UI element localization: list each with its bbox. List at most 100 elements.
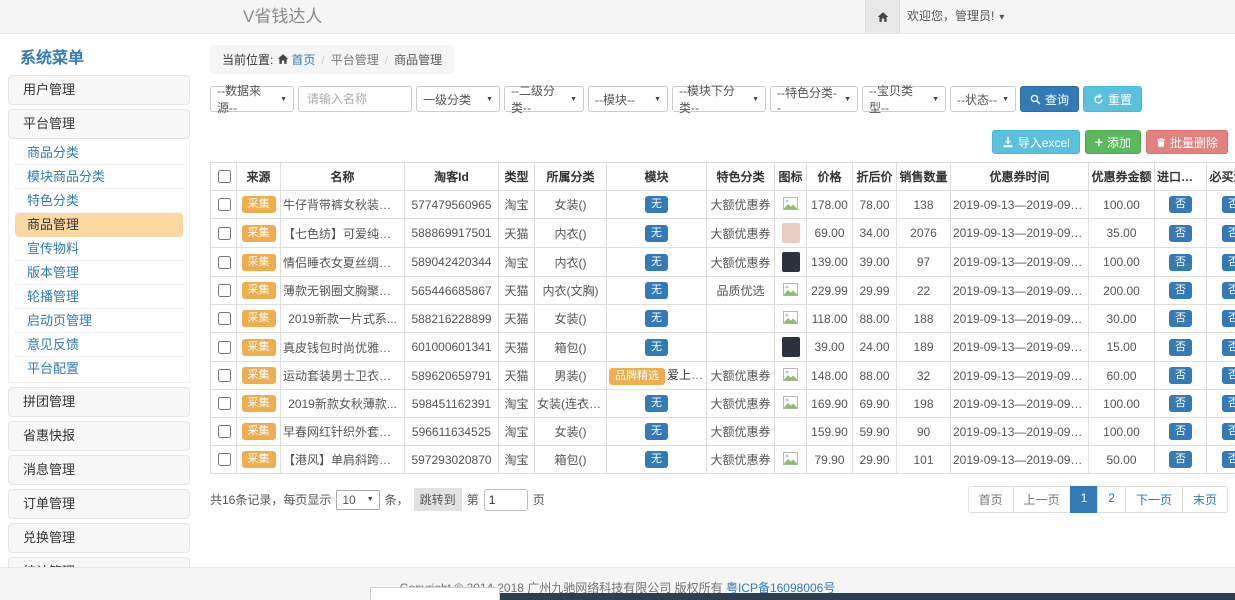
sidebar-item[interactable]: 轮播管理 bbox=[15, 285, 183, 309]
home-button[interactable] bbox=[865, 0, 900, 33]
reset-button[interactable]: 重置 bbox=[1083, 86, 1142, 112]
add-button[interactable]: +添加 bbox=[1085, 130, 1141, 154]
filter-select-label: --模块下分类-- bbox=[679, 82, 748, 116]
module-badge[interactable]: 无 bbox=[645, 196, 668, 213]
row-checkbox[interactable] bbox=[218, 312, 231, 325]
must-buy-toggle[interactable]: 否 bbox=[1222, 367, 1235, 384]
filter-select-status[interactable]: --状态--▼ bbox=[950, 86, 1016, 112]
must-buy-toggle[interactable]: 否 bbox=[1222, 395, 1235, 412]
filter-select-item-type[interactable]: --宝贝类型--▼ bbox=[862, 86, 946, 112]
must-buy-toggle[interactable]: 否 bbox=[1222, 196, 1235, 213]
sidebar-group-header[interactable]: 平台管理 bbox=[8, 109, 190, 139]
import-select-toggle[interactable]: 否 bbox=[1169, 423, 1192, 440]
sidebar-item[interactable]: 模块商品分类 bbox=[15, 165, 183, 189]
row-checkbox[interactable] bbox=[218, 284, 231, 297]
pager-page-1[interactable]: 1 bbox=[1070, 486, 1099, 513]
filter-select-level2-category[interactable]: --二级分类--▼ bbox=[504, 86, 584, 112]
product-name: 牛仔背带裤女秋装减龄... bbox=[281, 191, 405, 219]
coupon-time: 2019-09-13—2019-09-20 bbox=[951, 333, 1089, 362]
breadcrumb-home-link[interactable]: 首页 bbox=[291, 53, 315, 67]
sidebar-group-header[interactable]: 用户管理 bbox=[8, 75, 190, 105]
sidebar-item[interactable]: 平台配置 bbox=[15, 357, 183, 380]
product-thumbnail bbox=[782, 223, 800, 243]
query-button[interactable]: 查询 bbox=[1020, 86, 1079, 112]
sidebar-item[interactable]: 版本管理 bbox=[15, 261, 183, 285]
feature-category: 大额优惠券 bbox=[707, 362, 775, 390]
module-badge[interactable]: 无 bbox=[645, 282, 668, 299]
module-badge[interactable]: 无 bbox=[645, 451, 668, 468]
import-select-toggle[interactable]: 否 bbox=[1169, 282, 1192, 299]
filter-select-feature-category[interactable]: --特色分类--▼ bbox=[770, 86, 858, 112]
row-checkbox[interactable] bbox=[218, 341, 231, 354]
user-menu[interactable]: 欢迎您，管理员!▾ bbox=[907, 0, 1004, 34]
row-checkbox[interactable] bbox=[218, 453, 231, 466]
import-select-toggle[interactable]: 否 bbox=[1169, 339, 1192, 356]
pager-page-2[interactable]: 2 bbox=[1097, 486, 1126, 513]
caret-down-icon: ▾ bbox=[999, 12, 1004, 23]
import-select-toggle[interactable]: 否 bbox=[1169, 451, 1192, 468]
filter-select-module-sub-category[interactable]: --模块下分类--▼ bbox=[672, 86, 766, 112]
import-select-toggle[interactable]: 否 bbox=[1169, 367, 1192, 384]
module-badge[interactable]: 无 bbox=[645, 423, 668, 440]
sidebar-group-header[interactable]: 拼团管理 bbox=[8, 387, 190, 417]
filter-select-level1-category[interactable]: 一级分类▼ bbox=[416, 86, 500, 112]
select-all-checkbox[interactable] bbox=[218, 170, 231, 183]
import-excel-button[interactable]: 导入excel bbox=[992, 130, 1080, 154]
sidebar-item[interactable]: 宣传物料 bbox=[15, 237, 183, 261]
module-badge[interactable]: 无 bbox=[645, 339, 668, 356]
import-select-toggle[interactable]: 否 bbox=[1169, 196, 1192, 213]
module-badge[interactable]: 无 bbox=[645, 395, 668, 412]
filter-input-name[interactable] bbox=[298, 86, 412, 112]
import-select-toggle[interactable]: 否 bbox=[1169, 395, 1192, 412]
must-buy-toggle[interactable]: 否 bbox=[1222, 225, 1235, 242]
sidebar-item[interactable]: 意见反馈 bbox=[15, 333, 183, 357]
must-buy-toggle[interactable]: 否 bbox=[1222, 451, 1235, 468]
product-icon-cell bbox=[775, 333, 807, 362]
row-checkbox[interactable] bbox=[218, 397, 231, 410]
discount-price: 69.90 bbox=[853, 390, 897, 418]
sidebar-group-header[interactable]: 省惠快报 bbox=[8, 421, 190, 451]
row-checkbox[interactable] bbox=[218, 256, 231, 269]
batch-delete-button[interactable]: 批量删除 bbox=[1146, 130, 1228, 154]
jump-button[interactable]: 跳转到 bbox=[414, 488, 462, 511]
must-buy-toggle[interactable]: 否 bbox=[1222, 423, 1235, 440]
jump-page-input[interactable] bbox=[484, 489, 528, 511]
filter-select-data-source[interactable]: --数据来源--▼ bbox=[210, 86, 294, 112]
row-checkbox[interactable] bbox=[218, 425, 231, 438]
must-buy-toggle[interactable]: 否 bbox=[1222, 282, 1235, 299]
module-badge[interactable]: 无 bbox=[645, 225, 668, 242]
taoke-id: 588216228899 bbox=[405, 305, 499, 333]
column-header: 所属分类 bbox=[535, 163, 607, 191]
module-badge[interactable]: 无 bbox=[645, 310, 668, 327]
sidebar-item[interactable]: 商品管理 bbox=[15, 213, 183, 237]
must-buy-toggle-cell: 否 bbox=[1207, 219, 1235, 248]
pager-next[interactable]: 下一页 bbox=[1125, 486, 1183, 513]
import-select-toggle[interactable]: 否 bbox=[1169, 225, 1192, 242]
must-buy-toggle[interactable]: 否 bbox=[1222, 310, 1235, 327]
filter-select-module[interactable]: --模块--▼ bbox=[588, 86, 668, 112]
sidebar-item[interactable]: 特色分类 bbox=[15, 189, 183, 213]
row-checkbox[interactable] bbox=[218, 227, 231, 240]
row-checkbox[interactable] bbox=[218, 369, 231, 382]
module-badge[interactable]: 品牌精选 bbox=[609, 368, 665, 385]
row-checkbox[interactable] bbox=[218, 198, 231, 211]
must-buy-toggle[interactable]: 否 bbox=[1222, 254, 1235, 271]
sidebar-item[interactable]: 启动页管理 bbox=[15, 309, 183, 333]
product-module: 品牌精选爱上运动 bbox=[607, 362, 707, 390]
pager-first[interactable]: 首页 bbox=[968, 486, 1014, 513]
sidebar-group-header[interactable]: 兑换管理 bbox=[8, 523, 190, 553]
import-select-toggle[interactable]: 否 bbox=[1169, 254, 1192, 271]
must-buy-toggle[interactable]: 否 bbox=[1222, 339, 1235, 356]
coupon-time: 2019-09-13—2019-09-18 bbox=[951, 219, 1089, 248]
per-page-select[interactable]: 10▼ bbox=[336, 490, 379, 510]
sidebar-item[interactable]: 商品分类 bbox=[15, 141, 183, 165]
import-select-toggle[interactable]: 否 bbox=[1169, 310, 1192, 327]
pager-prev[interactable]: 上一页 bbox=[1013, 486, 1071, 513]
jump-page-suffix: 页 bbox=[533, 491, 545, 508]
filter-select-label: --数据来源-- bbox=[217, 82, 276, 116]
sidebar-group-header[interactable]: 订单管理 bbox=[8, 489, 190, 519]
trash-icon bbox=[1156, 137, 1166, 148]
sidebar-group-header[interactable]: 消息管理 bbox=[8, 455, 190, 485]
pager-last[interactable]: 末页 bbox=[1182, 486, 1228, 513]
module-badge[interactable]: 无 bbox=[645, 254, 668, 271]
